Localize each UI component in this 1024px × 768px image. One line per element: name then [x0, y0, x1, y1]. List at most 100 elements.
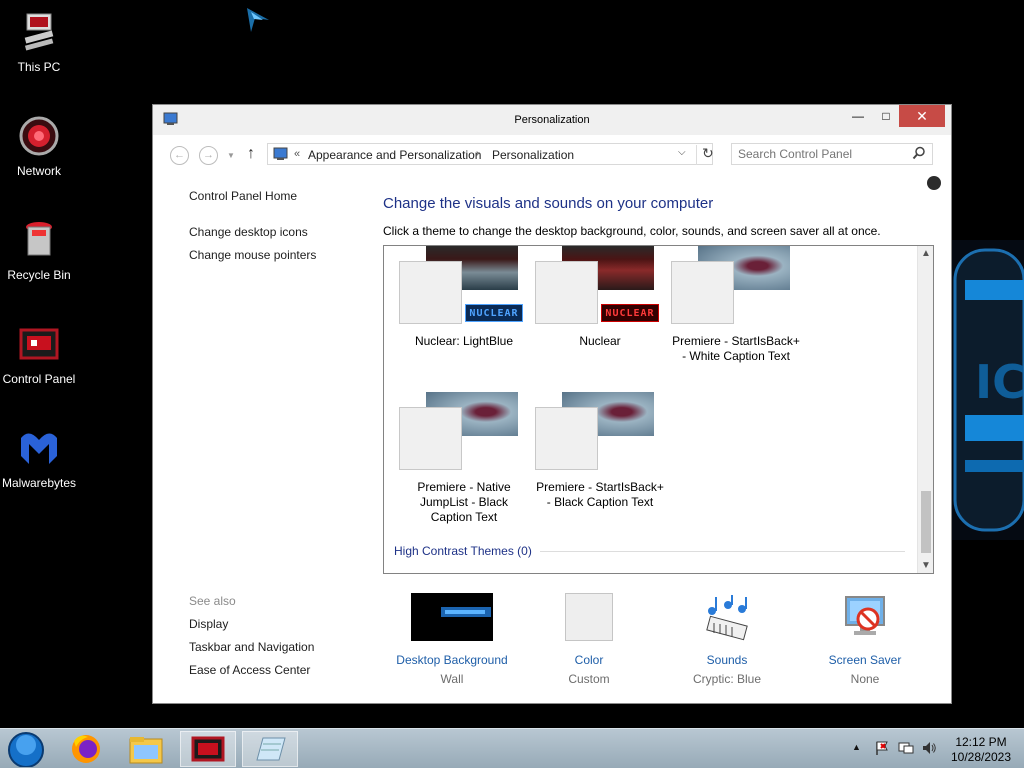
theme-item[interactable]: NUCLEAR Nuclear	[535, 246, 665, 349]
taskbar-navigation-link[interactable]: Taskbar and Navigation	[189, 640, 314, 654]
system-clock[interactable]: 12:12 PM 10/28/2023	[944, 735, 1018, 765]
desktop-icon-malwarebytes[interactable]: Malwarebytes	[0, 426, 78, 490]
color-swatch-icon	[565, 593, 613, 641]
change-desktop-icons-link[interactable]: Change desktop icons	[189, 225, 308, 239]
desktop-icon-label: Control Panel	[2, 372, 76, 386]
computer-icon	[17, 10, 61, 54]
setting-value: None	[850, 672, 880, 686]
high-contrast-themes-heading[interactable]: High Contrast Themes (0)	[394, 544, 532, 558]
desktop-background-setting[interactable]: Desktop Background Wall	[384, 593, 520, 686]
personalization-window: Personalization ― □ ✕ ← → ▼ ↑ « Appearan…	[152, 104, 952, 704]
show-hidden-icons-button[interactable]: ▲	[852, 742, 861, 752]
desktop-icon-network[interactable]: Network	[0, 114, 78, 178]
screen-saver-icon	[840, 593, 890, 641]
recycle-bin-icon	[17, 218, 61, 262]
minimize-button[interactable]: ―	[843, 105, 873, 127]
control-panel-icon	[17, 322, 61, 366]
desktop-wallpaper-art: IC	[945, 240, 1024, 540]
setting-value: Cryptic: Blue	[692, 672, 762, 686]
search-input[interactable]	[732, 144, 902, 164]
desktop-icon-label: This PC	[17, 60, 61, 74]
forward-button[interactable]: →	[199, 146, 218, 165]
theme-thumbnail	[399, 392, 529, 472]
theme-item[interactable]: Premiere - StartIsBack+ - White Caption …	[671, 246, 801, 364]
screen-saver-setting[interactable]: Screen Saver None	[797, 593, 933, 686]
network-icon	[17, 114, 61, 158]
setting-value: Custom	[568, 672, 610, 686]
setting-label[interactable]: Sounds	[659, 653, 795, 667]
back-button[interactable]: ←	[170, 146, 189, 165]
desktop-logo-icon	[245, 6, 271, 34]
setting-value: Wall	[440, 672, 464, 686]
section-divider	[540, 551, 905, 552]
notepad-taskbar-button[interactable]	[242, 731, 298, 767]
breadcrumb-separator[interactable]: ›	[476, 148, 479, 159]
see-also-heading: See also	[189, 594, 236, 608]
search-box[interactable]	[731, 143, 933, 165]
firefox-taskbar-button[interactable]	[58, 731, 114, 767]
control-panel-home-link[interactable]: Control Panel Home	[189, 189, 297, 203]
sounds-setting[interactable]: Sounds Cryptic: Blue	[659, 593, 795, 686]
color-setting[interactable]: Color Custom	[521, 593, 657, 686]
theme-name: Premiere - StartIsBack+ - Black Caption …	[536, 480, 664, 509]
clock-time: 12:12 PM	[955, 735, 1007, 749]
desktop-icon-label: Network	[16, 164, 61, 178]
chevron-down-icon[interactable]: ⌵	[678, 147, 686, 158]
theme-item[interactable]: Premiere - Native JumpList - Black Capti…	[399, 392, 529, 525]
file-explorer-taskbar-button[interactable]	[118, 731, 174, 767]
scroll-thumb[interactable]	[921, 491, 931, 553]
desktop-icon-this-pc[interactable]: This PC	[0, 10, 78, 74]
desktop-icon-control-panel[interactable]: Control Panel	[0, 322, 78, 386]
volume-icon[interactable]	[921, 740, 937, 756]
window-title: Personalization	[514, 114, 590, 126]
theme-thumbnail	[535, 392, 665, 472]
desktop-icon-recycle-bin[interactable]: Recycle Bin	[0, 218, 78, 282]
theme-name: Nuclear	[579, 334, 621, 348]
svg-text:IC: IC	[975, 355, 1024, 409]
control-panel-taskbar-button[interactable]	[180, 731, 236, 767]
desktop-icon-label: Malwarebytes	[1, 476, 77, 490]
network-tray-icon[interactable]	[898, 740, 914, 756]
vertical-scrollbar[interactable]: ▲ ▼	[917, 246, 933, 573]
refresh-icon[interactable]: ↻	[696, 145, 714, 165]
theme-badge: NUCLEAR	[465, 304, 523, 322]
theme-name: Premiere - StartIsBack+ - White Caption …	[672, 334, 800, 363]
page-title: Change the visuals and sounds on your co…	[383, 195, 714, 212]
recent-locations-icon[interactable]: ▼	[227, 151, 235, 160]
setting-label[interactable]: Desktop Background	[384, 653, 520, 667]
address-toolbar: ← → ▼ ↑ « Appearance and Personalization…	[161, 139, 943, 171]
scroll-up-icon[interactable]: ▲	[918, 248, 933, 259]
control-panel-icon	[273, 147, 289, 161]
themes-list[interactable]: NUCLEAR Nuclear: LightBlue NUCLEAR Nucle…	[383, 245, 934, 574]
theme-name: Premiere - Native JumpList - Black Capti…	[417, 480, 511, 524]
display-link[interactable]: Display	[189, 617, 228, 631]
close-button[interactable]: ✕	[899, 105, 945, 127]
setting-label[interactable]: Color	[521, 653, 657, 667]
address-bar[interactable]: « Appearance and Personalization › Perso…	[267, 143, 714, 165]
action-center-flag-icon[interactable]	[874, 740, 890, 756]
theme-item[interactable]: NUCLEAR Nuclear: LightBlue	[399, 246, 529, 349]
breadcrumb-personalization[interactable]: Personalization	[492, 148, 574, 162]
change-mouse-pointers-link[interactable]: Change mouse pointers	[189, 248, 316, 262]
sounds-icon	[702, 593, 752, 641]
desktop-icon-label: Recycle Bin	[7, 268, 71, 282]
help-icon[interactable]	[927, 176, 941, 190]
theme-thumbnail: NUCLEAR	[535, 246, 665, 326]
theme-thumbnail	[671, 246, 801, 326]
theme-badge: NUCLEAR	[601, 304, 659, 322]
search-icon[interactable]	[912, 146, 926, 160]
setting-label[interactable]: Screen Saver	[797, 653, 933, 667]
title-bar[interactable]: Personalization ― □ ✕	[153, 105, 951, 135]
maximize-button[interactable]: □	[871, 105, 901, 127]
up-button[interactable]: ↑	[247, 145, 255, 163]
scroll-down-icon[interactable]: ▼	[918, 560, 933, 571]
theme-item[interactable]: Premiere - StartIsBack+ - Black Caption …	[535, 392, 665, 510]
clock-date: 10/28/2023	[950, 750, 1012, 764]
theme-thumbnail: NUCLEAR	[399, 246, 529, 326]
taskbar: ▲ 12:12 PM 10/28/2023	[0, 728, 1024, 768]
breadcrumb-overflow[interactable]: «	[294, 148, 300, 160]
page-description: Click a theme to change the desktop back…	[383, 224, 881, 238]
start-button[interactable]	[0, 731, 56, 768]
breadcrumb-appearance[interactable]: Appearance and Personalization	[308, 148, 481, 162]
ease-of-access-link[interactable]: Ease of Access Center	[189, 663, 310, 677]
